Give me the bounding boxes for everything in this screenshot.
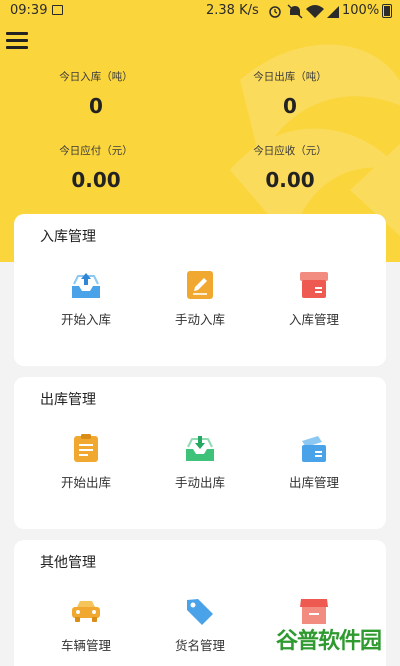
watermark-logo: 谷普软件园 <box>276 623 396 659</box>
bell-muted-icon <box>287 4 303 19</box>
stat-label: 今日应付（元） <box>59 145 133 157</box>
card-inbound-management: 入库管理 开始入库 手动入库 入库管理 <box>14 214 386 366</box>
tray-upload-icon <box>72 273 100 298</box>
alarm-clock-icon <box>269 6 281 18</box>
image-notification-icon <box>52 5 63 15</box>
stat-value: 0 <box>89 94 103 118</box>
tray-download-icon <box>186 436 214 461</box>
item-label: 出库管理 <box>288 475 339 490</box>
stat-payable-today: 今日应付（元） 0.00 <box>16 143 176 192</box>
status-time: 09:39 <box>10 3 48 18</box>
signal-icon <box>327 6 339 18</box>
app-screen: 09:39 2.38 K/s 100% 今日入库（吨） 0 今日出库（吨） 0 … <box>0 0 400 666</box>
stat-value: 0.00 <box>71 168 121 192</box>
item-label: 手动入库 <box>174 312 225 327</box>
inbound-management-button[interactable]: 入库管理 <box>254 270 374 328</box>
battery-percent: 100% <box>342 3 380 18</box>
stat-label: 今日出库（吨） <box>253 71 327 83</box>
watermark-text: 谷普软件园 <box>276 629 382 654</box>
network-speed: 2.38 K/s <box>206 3 259 18</box>
section-title: 入库管理 <box>40 229 96 245</box>
stat-value: 0.00 <box>265 168 315 192</box>
item-label: 车辆管理 <box>60 638 111 653</box>
stat-value: 0 <box>283 94 297 118</box>
item-label: 入库管理 <box>288 312 339 327</box>
tag-icon <box>187 599 213 625</box>
stat-receivable-today: 今日应收（元） 0.00 <box>210 143 370 192</box>
vehicle-management-button[interactable]: 车辆管理 <box>26 596 146 654</box>
stat-label: 今日入库（吨） <box>59 71 133 83</box>
outbound-management-button[interactable]: 出库管理 <box>254 433 374 491</box>
pencil-edit-icon <box>187 271 213 299</box>
goods-name-management-button[interactable]: 货名管理 <box>140 596 260 654</box>
item-label: 开始出库 <box>60 475 111 490</box>
stat-outbound-today: 今日出库（吨） 0 <box>210 69 370 118</box>
item-label: 货名管理 <box>174 638 225 653</box>
section-title: 其他管理 <box>40 555 96 571</box>
battery-icon <box>382 4 392 18</box>
store-icon <box>300 599 328 624</box>
stat-inbound-today: 今日入库（吨） 0 <box>16 69 176 118</box>
stat-label: 今日应收（元） <box>253 145 327 157</box>
start-inbound-button[interactable]: 开始入库 <box>26 270 146 328</box>
box-icon <box>300 272 328 298</box>
status-icons <box>269 4 339 19</box>
clipboard-icon <box>74 434 98 462</box>
open-box-icon <box>302 436 326 462</box>
manual-outbound-button[interactable]: 手动出库 <box>140 433 260 491</box>
item-label: 手动出库 <box>174 475 225 490</box>
section-title: 出库管理 <box>40 392 96 408</box>
manual-inbound-button[interactable]: 手动入库 <box>140 270 260 328</box>
card-outbound-management: 出库管理 开始出库 手动出库 出库管理 <box>14 377 386 529</box>
status-bar: 09:39 2.38 K/s 100% <box>0 0 400 22</box>
wifi-icon <box>306 5 324 18</box>
item-label: 开始入库 <box>60 312 111 327</box>
start-outbound-button[interactable]: 开始出库 <box>26 433 146 491</box>
car-icon <box>72 601 100 622</box>
hamburger-menu-icon[interactable] <box>6 32 28 50</box>
